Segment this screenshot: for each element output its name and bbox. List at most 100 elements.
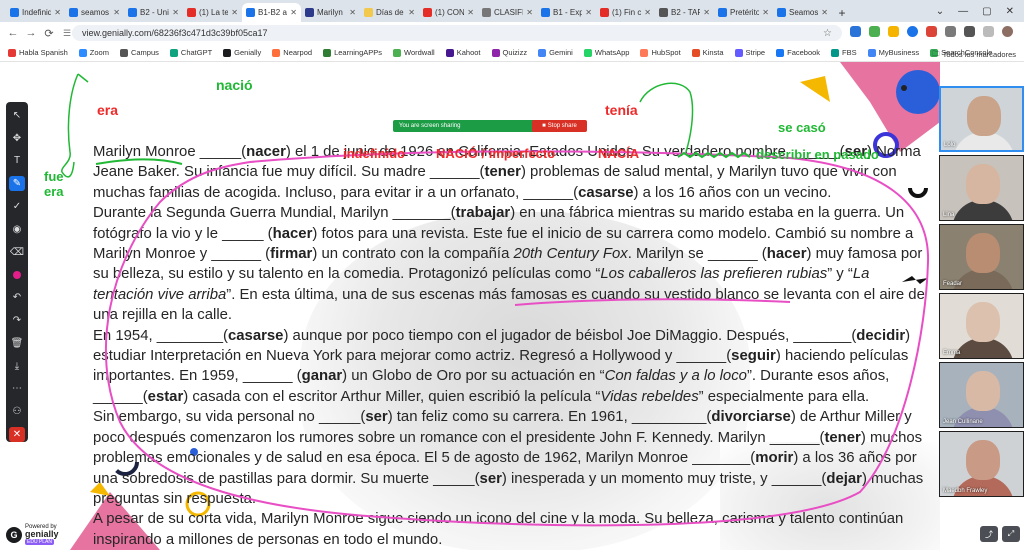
- bookmark-item[interactable]: Habla Spanish: [8, 48, 68, 57]
- minimize-icon[interactable]: —: [958, 6, 968, 17]
- browser-tab[interactable]: (1) Fin cl ✕: [596, 3, 655, 22]
- browser-tab[interactable]: Pretérito ✕: [714, 3, 773, 22]
- undo-icon[interactable]: ↶: [9, 290, 25, 305]
- bookmark-item[interactable]: Wordwall: [393, 48, 435, 57]
- bookmark-item[interactable]: WhatsApp: [583, 48, 629, 57]
- reload-icon[interactable]: ⟳: [40, 27, 58, 40]
- download-icon[interactable]: [964, 26, 975, 37]
- maximize-icon[interactable]: ▢: [982, 6, 991, 17]
- browser-tab[interactable]: (1) La ter ✕: [183, 3, 242, 22]
- bookmark-item[interactable]: Gemini: [538, 48, 573, 57]
- all-bookmarks-button[interactable]: 🗀 Todos los marcadores: [932, 48, 1016, 61]
- extension-icon[interactable]: [926, 26, 937, 37]
- share-icon[interactable]: ⤴: [980, 526, 998, 542]
- bookmark-item[interactable]: Kinsta: [691, 48, 724, 57]
- tab-close-icon[interactable]: ✕: [585, 8, 592, 17]
- eraser-tool-icon[interactable]: ⌫: [9, 245, 25, 260]
- bookmark-item[interactable]: Nearpod: [272, 48, 312, 57]
- bookmark-item[interactable]: FBS: [831, 48, 857, 57]
- stop-share-button[interactable]: ■ Stop share: [532, 120, 587, 132]
- more-options-icon[interactable]: ⋯: [9, 382, 25, 397]
- browser-tab[interactable]: B2 - TAR ✕: [655, 3, 714, 22]
- tab-close-icon[interactable]: ✕: [526, 8, 533, 17]
- bookmark-favicon-icon: [831, 48, 840, 57]
- extension-icon[interactable]: [888, 26, 899, 37]
- trash-icon[interactable]: 🗑: [9, 336, 25, 351]
- profile-avatar[interactable]: [1002, 26, 1013, 37]
- browser-tab[interactable]: Días de ✕: [360, 3, 419, 22]
- browser-tab[interactable]: B2 - Unid✕: [124, 3, 183, 22]
- browser-tab[interactable]: CLASIFIC✕: [478, 3, 537, 22]
- tab-close-icon[interactable]: ✕: [762, 8, 769, 17]
- tab-close-icon[interactable]: ✕: [467, 8, 474, 17]
- url-bar[interactable]: view.genially.com/68236f3c471d3c39bf05ca…: [72, 25, 842, 41]
- puzzle-icon[interactable]: [945, 26, 956, 37]
- back-icon[interactable]: ←: [4, 27, 22, 39]
- participant-video[interactable]: Feadar: [939, 224, 1024, 290]
- participant-video[interactable]: Lina: [939, 155, 1024, 221]
- bookmark-favicon-icon: [867, 48, 876, 57]
- bookmark-item[interactable]: LearningAPPs: [323, 48, 382, 57]
- pen-tool-icon[interactable]: ✎: [9, 176, 25, 192]
- move-tool-icon[interactable]: ✥: [9, 131, 25, 146]
- participant-name: Lolo: [944, 142, 956, 148]
- people-icon[interactable]: ⚇: [9, 404, 25, 419]
- participant-video[interactable]: Lolo: [939, 86, 1024, 152]
- bookmark-item[interactable]: Stripe: [734, 48, 765, 57]
- tab-close-icon[interactable]: ✕: [231, 8, 238, 17]
- bookmark-item[interactable]: Campus: [119, 48, 159, 57]
- extension-icon[interactable]: [869, 26, 880, 37]
- genially-logo-icon: G: [6, 526, 22, 543]
- participant-video[interactable]: Maedbh Frawley: [939, 431, 1024, 497]
- participant-video[interactable]: Emma: [939, 293, 1024, 359]
- bookmark-star-icon[interactable]: ☆: [823, 28, 832, 39]
- forward-icon[interactable]: →: [22, 27, 40, 39]
- new-tab-button[interactable]: +: [832, 3, 852, 22]
- bookmark-label: Habla Spanish: [19, 48, 68, 57]
- bookmark-item[interactable]: Quizizz: [491, 48, 527, 57]
- browser-tab[interactable]: B1-B2 a ✕: [242, 3, 301, 22]
- participant-video[interactable]: Jean Cullinane: [939, 362, 1024, 428]
- browser-tab[interactable]: (1) CON ✕: [419, 3, 478, 22]
- annotation-se-caso: se casó: [778, 120, 826, 135]
- close-toolbar-icon[interactable]: ✕: [9, 427, 25, 442]
- tab-close-icon[interactable]: ✕: [408, 8, 415, 17]
- browser-tab[interactable]: Marilyn ✕: [301, 3, 360, 22]
- tab-close-icon[interactable]: ✕: [644, 8, 651, 17]
- check-tool-icon[interactable]: ✓: [9, 199, 25, 214]
- spotlight-tool-icon[interactable]: ◉: [9, 222, 25, 237]
- tab-close-icon[interactable]: ✕: [821, 8, 828, 17]
- fullscreen-icon[interactable]: ⤢: [1002, 526, 1020, 542]
- color-picker-icon[interactable]: [9, 268, 25, 283]
- tab-close-icon[interactable]: ✕: [54, 8, 61, 17]
- genially-badge[interactable]: G Powered by genially EDU PLAN: [6, 524, 59, 545]
- bookmark-item[interactable]: ChatGPT: [169, 48, 212, 57]
- text-tool-icon[interactable]: T: [9, 154, 25, 169]
- bookmark-item[interactable]: Kahoot: [445, 48, 481, 57]
- pointer-tool-icon[interactable]: ↖: [9, 108, 25, 123]
- browser-tab[interactable]: seamos ✕: [65, 3, 124, 22]
- bookmark-favicon-icon: [393, 48, 402, 57]
- bookmark-favicon-icon: [78, 48, 87, 57]
- tab-close-icon[interactable]: ✕: [703, 8, 710, 17]
- bookmark-item[interactable]: Zoom: [78, 48, 109, 57]
- redo-icon[interactable]: ↷: [9, 313, 25, 328]
- bookmark-item[interactable]: Facebook: [776, 48, 820, 57]
- sidepanel-icon[interactable]: [983, 26, 994, 37]
- browser-tab[interactable]: Seamos ✕: [773, 3, 832, 22]
- tab-close-icon[interactable]: ✕: [113, 8, 120, 17]
- exercise-text: Marilyn Monroe _____(nacer) el 1 de juni…: [93, 144, 925, 548]
- close-window-icon[interactable]: ✕: [1006, 6, 1014, 17]
- save-download-icon[interactable]: ⤓: [9, 359, 25, 374]
- browser-tab[interactable]: Indefinido✕: [6, 3, 65, 22]
- extension-icon[interactable]: [907, 26, 918, 37]
- bookmark-item[interactable]: MyBusiness: [867, 48, 919, 57]
- extension-icon[interactable]: [850, 26, 861, 37]
- bookmark-item[interactable]: HubSpot: [640, 48, 681, 57]
- browser-tab[interactable]: B1 - Exp ✕: [537, 3, 596, 22]
- bookmark-item[interactable]: Genially: [223, 48, 261, 57]
- tab-close-icon[interactable]: ✕: [349, 8, 356, 17]
- tab-search-icon[interactable]: ⌄: [936, 6, 944, 17]
- tab-close-icon[interactable]: ✕: [172, 8, 179, 17]
- tab-close-icon[interactable]: ✕: [290, 8, 297, 17]
